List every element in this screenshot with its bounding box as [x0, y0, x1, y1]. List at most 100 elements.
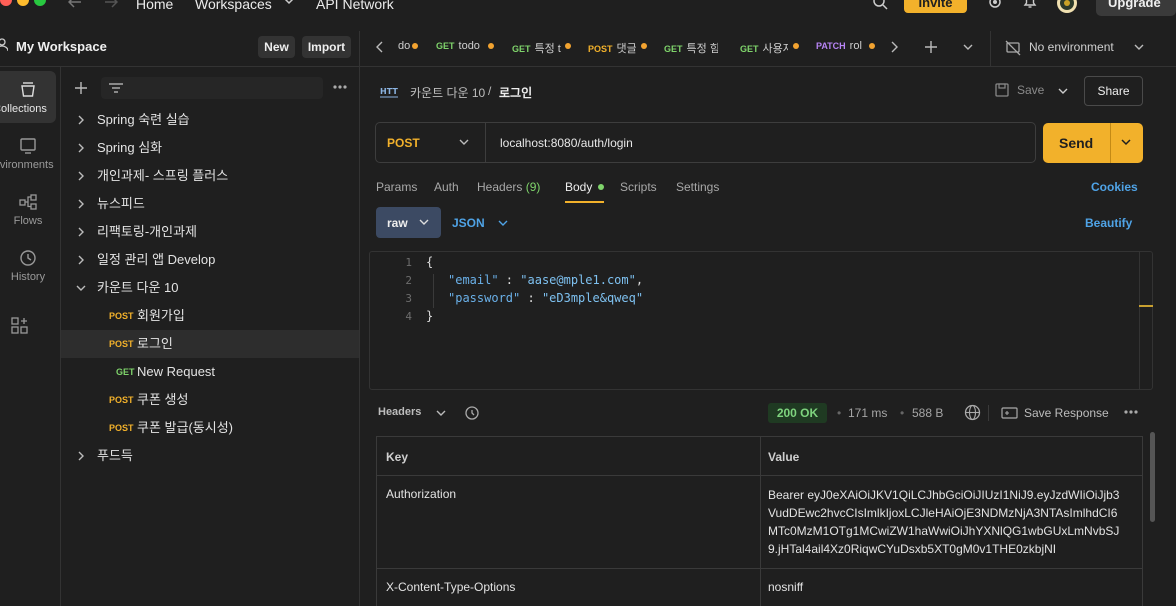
maximize-window-icon[interactable]: [34, 0, 46, 6]
row-divider: [377, 568, 1142, 569]
sidebar-item-environments[interactable]: Environments: [0, 127, 56, 179]
tab-label: 특정 t: [534, 43, 561, 55]
response-section-select[interactable]: Headers: [378, 405, 450, 421]
tab-headers[interactable]: Headers (9): [477, 180, 540, 194]
meta-separator: •: [900, 406, 905, 420]
sidebar-item-flows[interactable]: Flows: [0, 183, 56, 235]
forward-arrow-icon[interactable]: [104, 0, 118, 8]
beautify-link[interactable]: Beautify: [1085, 216, 1132, 230]
upgrade-button[interactable]: Upgrade: [1096, 0, 1176, 16]
tab-auth[interactable]: Auth: [434, 180, 459, 194]
more-options-icon[interactable]: [333, 85, 347, 89]
tab-request[interactable]: GET 사용자: [740, 40, 788, 56]
collection-item[interactable]: 리팩토링-개인과제: [61, 218, 359, 246]
history-icon[interactable]: [464, 405, 480, 421]
more-options-icon[interactable]: [1124, 410, 1138, 414]
close-window-icon[interactable]: [0, 0, 12, 6]
upgrade-label: Upgrade: [1108, 0, 1161, 10]
table-cell-key: Authorization: [386, 487, 457, 501]
save-button[interactable]: Save: [995, 81, 1075, 101]
tab-request[interactable]: PATCH rol: [816, 40, 864, 52]
collection-item[interactable]: Spring 숙련 실습: [61, 106, 359, 134]
add-icon[interactable]: [74, 81, 88, 95]
response-headers-table: Key Value Authorization Bearer eyJ0eXAiO…: [376, 436, 1143, 606]
avatar[interactable]: [1056, 0, 1078, 14]
editor-scrollbar-track: [1139, 252, 1140, 389]
request-item[interactable]: POST 쿠폰 발급(동시성): [61, 414, 359, 442]
tab-request[interactable]: POST 댓글: [588, 40, 636, 56]
request-label: 로그인: [137, 336, 173, 351]
collections-icon: [21, 82, 35, 97]
sidebar-item-label: Flows: [13, 215, 43, 227]
share-button[interactable]: Share: [1084, 76, 1143, 106]
body-mode-select[interactable]: raw: [376, 207, 441, 238]
invite-button[interactable]: Invite: [904, 0, 967, 13]
response-scrollbar[interactable]: [1150, 432, 1155, 522]
tab-params[interactable]: Params: [376, 180, 417, 194]
chevron-right-icon: [78, 227, 84, 237]
divider: [988, 405, 989, 421]
collection-item[interactable]: 개인과제- 스프링 플러스: [61, 162, 359, 190]
tab-scripts[interactable]: Scripts: [620, 180, 657, 194]
breadcrumb-current: 로그인: [499, 86, 533, 100]
method-select[interactable]: POST: [376, 123, 486, 162]
back-arrow-icon[interactable]: [68, 0, 82, 8]
chevron-left-icon[interactable]: [376, 41, 384, 53]
body-mode-value: raw: [387, 216, 408, 230]
url-input[interactable]: localhost:8080/auth/login: [500, 136, 633, 150]
collection-label: Spring 숙련 실습: [97, 112, 190, 127]
sidebar-item-history[interactable]: History: [0, 239, 56, 291]
tab-request[interactable]: GET todo: [436, 40, 484, 52]
request-item[interactable]: GET New Request: [61, 358, 359, 386]
save-icon: [995, 83, 1009, 97]
save-response-icon: [1001, 407, 1018, 419]
tab-request[interactable]: do: [398, 40, 410, 52]
chevron-down-icon[interactable]: [963, 44, 973, 51]
chevron-right-icon[interactable]: [890, 41, 898, 53]
new-tab-plus-icon[interactable]: [924, 40, 938, 54]
send-button[interactable]: Send: [1043, 123, 1143, 163]
chevron-down-icon[interactable]: [284, 0, 294, 6]
collection-item[interactable]: Spring 심화: [61, 134, 359, 162]
search-icon[interactable]: [872, 0, 888, 10]
filter-input[interactable]: [101, 77, 323, 99]
minimize-window-icon[interactable]: [17, 0, 29, 6]
collection-label: 카운트 다운 10: [97, 280, 179, 295]
globe-icon[interactable]: [964, 404, 981, 421]
nav-home[interactable]: Home: [136, 0, 173, 12]
breadcrumb-parent[interactable]: 카운트 다운 10: [410, 84, 485, 101]
nav-workspaces[interactable]: Workspaces: [195, 0, 272, 12]
collection-item[interactable]: 카운트 다운 10: [61, 274, 359, 302]
table-cell-value: Bearer eyJ0eXAiOiJKV1QiLCJhbGciOiJIUzI1N…: [768, 486, 1140, 558]
body-editor[interactable]: 1 2 3 4 { "email" : "aase@mple1.com", "p…: [369, 251, 1153, 390]
new-button[interactable]: New: [258, 36, 295, 58]
nav-api-network[interactable]: API Network: [316, 0, 394, 12]
sidebar-item-collections[interactable]: Collections: [0, 71, 56, 123]
environment-selector[interactable]: No environment: [990, 31, 1176, 67]
chevron-down-icon[interactable]: [1121, 139, 1131, 146]
tab-settings[interactable]: Settings: [676, 180, 719, 194]
settings-gear-icon[interactable]: [987, 0, 1003, 10]
collection-item[interactable]: 뉴스피드: [61, 190, 359, 218]
tab-label: rol: [849, 40, 862, 52]
request-item[interactable]: POST 로그인: [61, 330, 359, 358]
cookies-link[interactable]: Cookies: [1091, 180, 1138, 194]
body-format-select[interactable]: JSON: [452, 215, 512, 231]
column-header-value: Value: [768, 450, 800, 464]
tab-request[interactable]: GET 특정 t: [512, 40, 562, 56]
collection-item[interactable]: 일정 관리 앱 Develop: [61, 246, 359, 274]
request-item[interactable]: POST 쿠폰 생성: [61, 386, 359, 414]
tab-request[interactable]: GET 특정 힘: [664, 40, 718, 56]
tab-body[interactable]: Body: [565, 180, 592, 194]
request-item[interactable]: POST 회원가입: [61, 302, 359, 330]
save-response-button[interactable]: Save Response: [1001, 404, 1115, 422]
unsaved-dot: [869, 43, 875, 49]
environments-icon: [20, 138, 36, 154]
collection-item[interactable]: 푸드득: [61, 442, 359, 470]
configure-workbench-icon[interactable]: [11, 317, 29, 335]
unsaved-dot: [793, 43, 799, 49]
send-divider: [1110, 123, 1111, 163]
notification-bell-icon[interactable]: [1022, 0, 1038, 10]
no-environment-icon: [1005, 40, 1021, 56]
import-button[interactable]: Import: [302, 36, 351, 58]
